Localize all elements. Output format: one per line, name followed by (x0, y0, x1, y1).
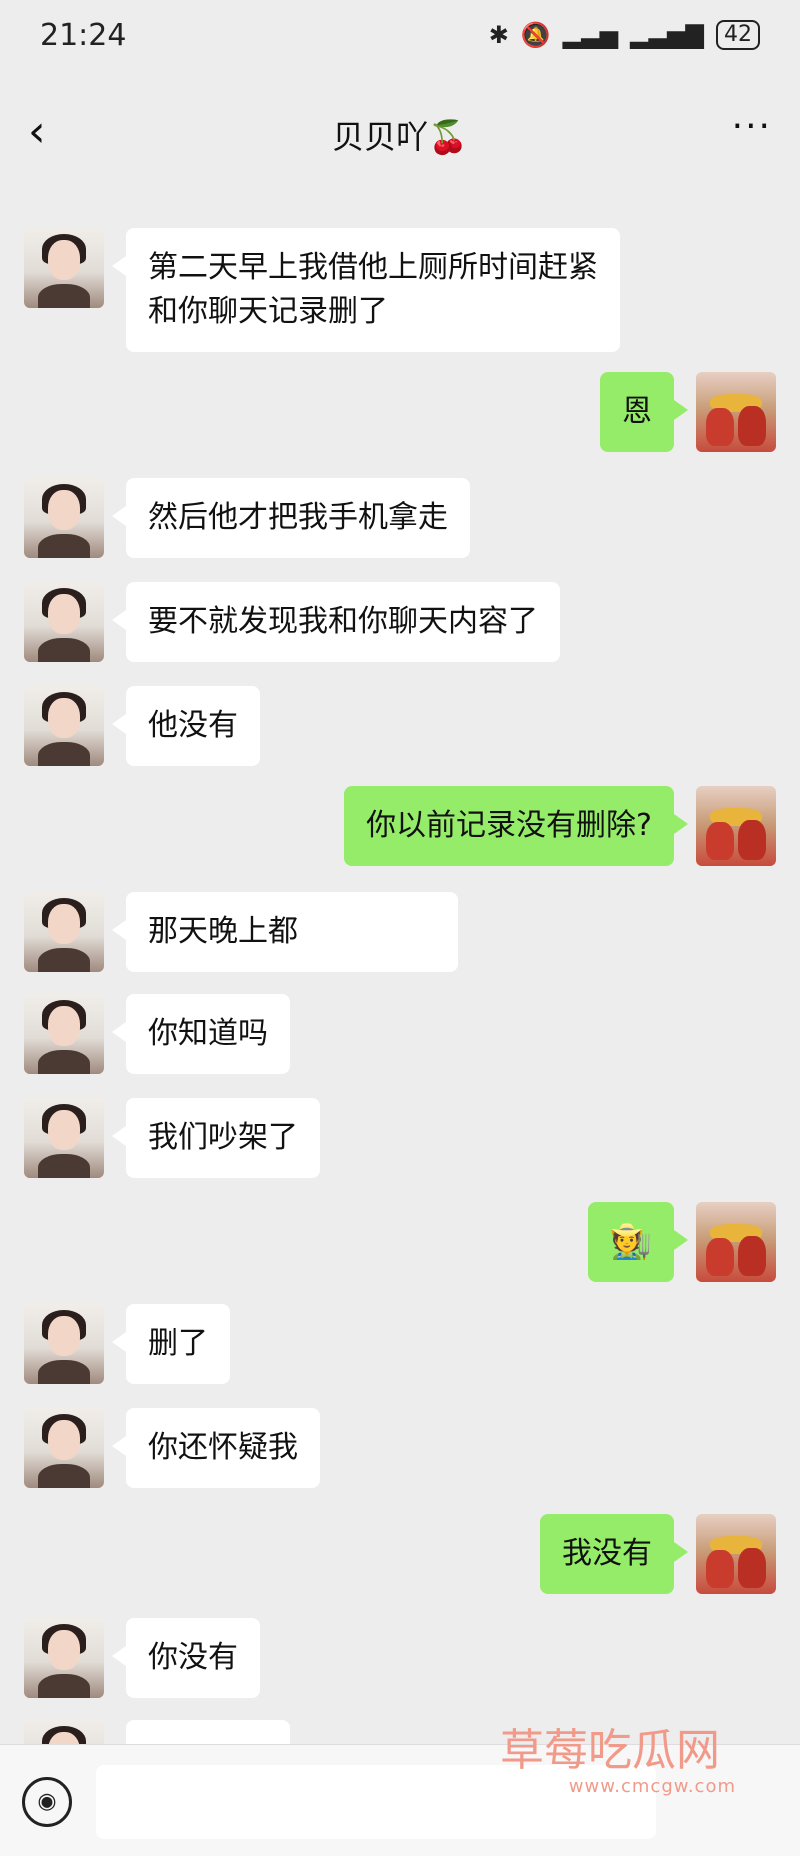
battery-icon: 42 (716, 20, 760, 50)
message-bubble[interactable]: 要不就发现我和你聊天内容了 (112, 582, 560, 662)
message-bubble[interactable]: 你还怀疑我 (112, 1408, 320, 1488)
message-bubble[interactable]: 我们吵架了 (112, 1098, 320, 1178)
nav-bar: ‹ 贝贝吖🍒 ··· (0, 80, 800, 184)
avatar-contact[interactable] (24, 994, 104, 1074)
message-bubble[interactable]: 然后他才把我手机拿走 (112, 478, 470, 558)
message-bubble[interactable]: 那天晚上都 (112, 892, 458, 972)
avatar-self[interactable] (696, 1514, 776, 1594)
battery-level: 42 (724, 22, 752, 47)
message-bubble[interactable]: 🧑‍🌾 (587, 1202, 689, 1282)
avatar-contact[interactable] (24, 582, 104, 662)
avatar-self[interactable] (696, 372, 776, 452)
status-icons: ✱ 🔕 ▂▃▅ ▂▃▅▇ 42 (489, 20, 760, 50)
mute-icon: 🔕 (520, 21, 551, 49)
message-bubble[interactable]: 我没有 (540, 1514, 688, 1594)
more-icon[interactable]: ··· (732, 106, 772, 147)
avatar-contact[interactable] (24, 478, 104, 558)
chat-title: 贝贝吖🍒 (332, 118, 468, 156)
avatar-contact[interactable] (24, 892, 104, 972)
signal-icon-2: ▂▃▅▇ (630, 21, 704, 49)
avatar-self[interactable] (696, 786, 776, 866)
avatar-contact[interactable] (24, 1304, 104, 1384)
message-bubble[interactable]: 你以前记录没有删除? (344, 786, 688, 866)
status-bar: 21:24 ✱ 🔕 ▂▃▅ ▂▃▅▇ 42 (0, 0, 800, 80)
avatar-self[interactable] (696, 1202, 776, 1282)
status-time: 21:24 (40, 18, 127, 53)
avatar-contact[interactable] (24, 1618, 104, 1698)
avatar-contact[interactable] (24, 1720, 104, 1744)
voice-icon[interactable]: ◉ (22, 1777, 72, 1827)
message-bubble[interactable]: 你没有 (112, 1618, 260, 1698)
avatar-contact[interactable] (24, 1408, 104, 1488)
message-bubble[interactable]: 你知道吗 (112, 994, 290, 1074)
bluetooth-icon: ✱ (488, 21, 509, 49)
message-list[interactable]: 第二天早上我借他上厕所时间赶紧 和你聊天记录删了 恩 然后他才把我手机拿走 要不… (0, 184, 800, 1744)
message-bubble[interactable]: 删了 (112, 1304, 230, 1384)
message-bubble[interactable]: 第二天早上我借他上厕所时间赶紧 和你聊天记录删了 (112, 228, 620, 352)
message-bubble[interactable]: 他没有 (112, 686, 260, 766)
watermark: 草莓吃瓜网 (500, 1725, 720, 1776)
avatar-contact[interactable] (24, 1098, 104, 1178)
message-bubble[interactable]: 恩 (600, 372, 688, 452)
message-bubble[interactable] (126, 1720, 290, 1744)
signal-icon: ▂▃▅ (562, 21, 619, 49)
watermark-url: www.cmcgw.com (568, 1776, 736, 1797)
avatar-contact[interactable] (24, 686, 104, 766)
avatar-contact[interactable] (24, 228, 104, 308)
